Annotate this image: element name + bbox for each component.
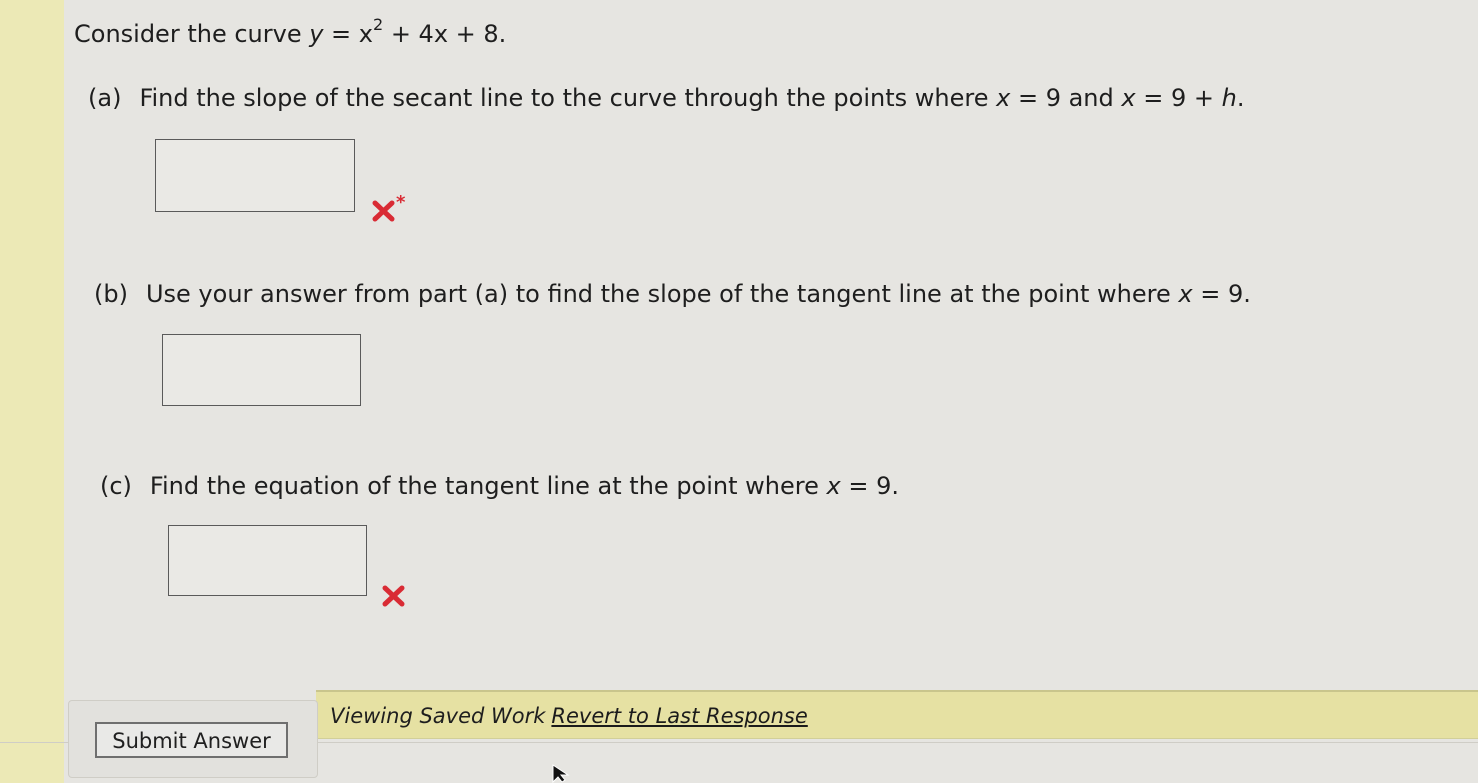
part-a-end: . [1236, 84, 1245, 112]
part-c-text: Find the equation of the tangent line at… [149, 472, 819, 500]
part-b-val: = 9. [1192, 280, 1251, 308]
part-c-x: x [826, 472, 841, 500]
incorrect-x-icon [372, 200, 395, 222]
question-intro: Consider the curve y = x2 + 4x + 8. [74, 15, 507, 48]
revert-link[interactable]: Revert to Last Response [551, 704, 807, 728]
equation-part-b: + 4x + 8. [383, 20, 507, 48]
submit-answer-button[interactable]: Submit Answer [95, 722, 288, 758]
part-c-val: = 9. [840, 472, 899, 500]
part-b-text: Use your answer from part (a) to find th… [145, 280, 1171, 308]
incorrect-x-icon [382, 585, 405, 607]
part-a-label: (a) [88, 84, 122, 112]
part-a-val2: = 9 + [1135, 84, 1222, 112]
part-c-label: (c) [100, 472, 132, 500]
saved-work-status: Viewing Saved Work Revert to Last Respons… [330, 704, 808, 728]
part-a-h: h [1221, 84, 1237, 112]
part-b-x: x [1178, 280, 1193, 308]
part-b-answer-input[interactable] [162, 334, 361, 406]
part-c-answer-input[interactable] [168, 525, 367, 596]
equation-y: y [309, 20, 324, 48]
part-a-x2: x [1121, 84, 1136, 112]
part-a-prompt: (a) Find the slope of the secant line to … [88, 84, 1244, 112]
part-b-prompt: (b) Use your answer from part (a) to find… [94, 280, 1251, 308]
part-b-label: (b) [94, 280, 128, 308]
part-c-prompt: (c) Find the equation of the tangent line… [100, 472, 899, 500]
intro-text: Consider the curve [74, 20, 302, 48]
viewing-saved-work-text: Viewing Saved Work [330, 704, 546, 728]
part-a-x1: x [996, 84, 1011, 112]
equation-part-a: = x [323, 20, 373, 48]
asterisk-note: * [396, 192, 406, 213]
part-a-text: Find the slope of the secant line to the… [139, 84, 989, 112]
part-a-answer-input[interactable] [155, 139, 355, 212]
mouse-pointer-icon [552, 764, 570, 783]
equation-exponent: 2 [373, 15, 384, 34]
part-a-val1: = 9 and [1010, 84, 1122, 112]
left-margin-strip [0, 0, 64, 783]
